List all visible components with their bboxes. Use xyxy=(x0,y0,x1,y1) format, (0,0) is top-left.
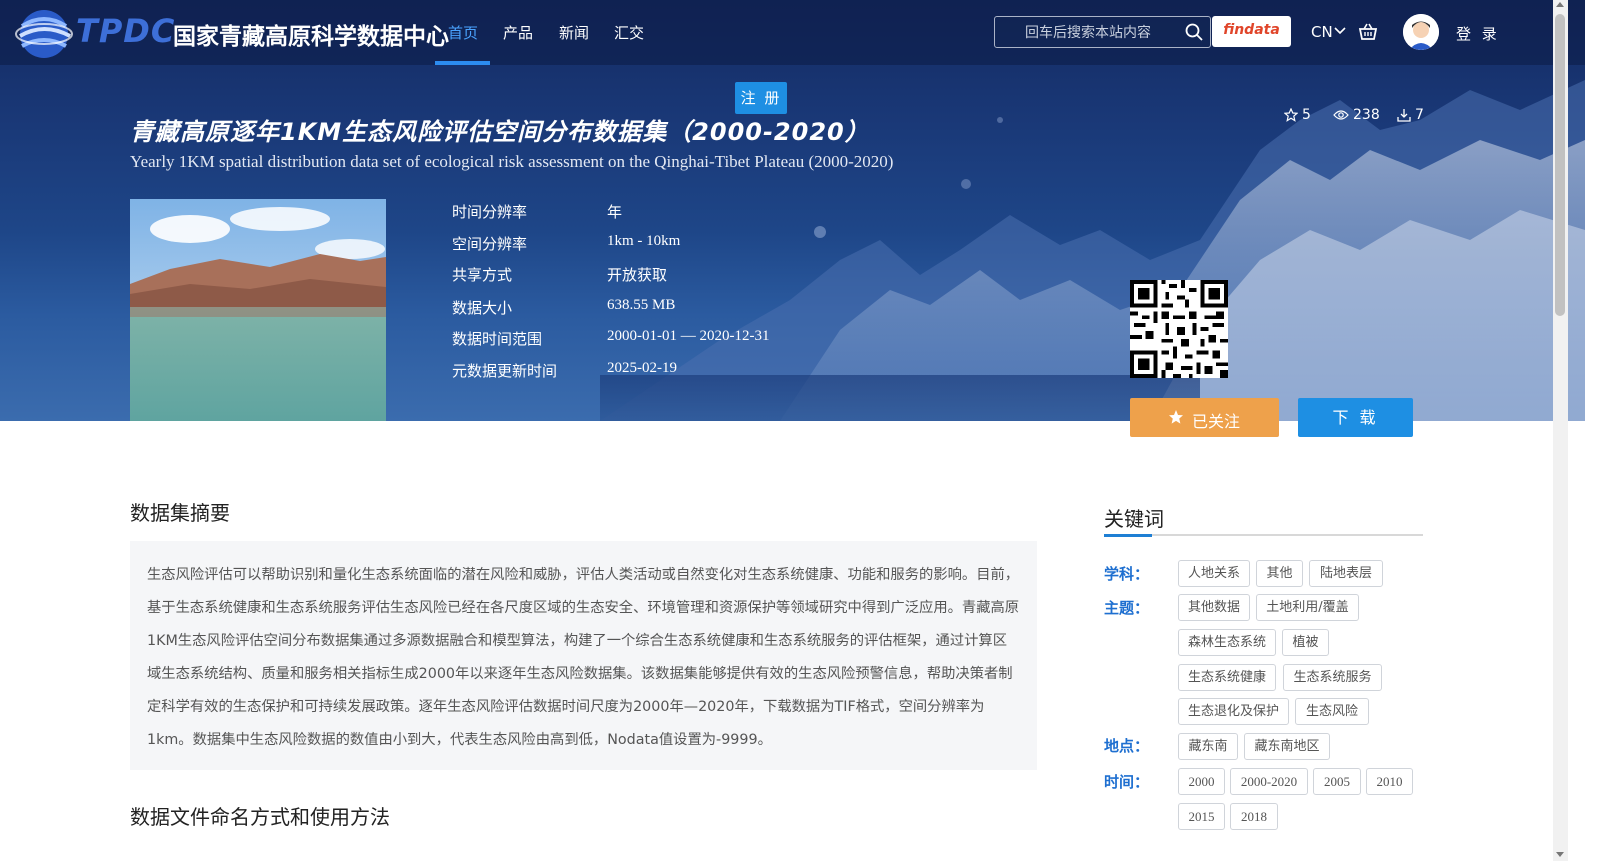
download-count-value: 7 xyxy=(1415,107,1424,123)
nav-submit[interactable]: 汇交 xyxy=(614,22,644,43)
abstract-title: 数据集摘要 xyxy=(130,501,230,525)
download-count: 7 xyxy=(1397,107,1424,123)
keyword-tag-place[interactable]: 藏东南地区 xyxy=(1244,733,1330,760)
shopping-basket-icon[interactable] xyxy=(1358,22,1378,42)
nav-home[interactable]: 首页 xyxy=(448,22,478,43)
scroll-down-arrow-icon[interactable] xyxy=(1556,852,1564,857)
login-link[interactable]: 登 录 xyxy=(1456,23,1500,44)
eye-icon xyxy=(1333,110,1349,120)
search-icon[interactable] xyxy=(1185,23,1203,41)
download-icon xyxy=(1397,109,1411,122)
meta-label-sharing: 共享方式 xyxy=(452,266,513,284)
keyword-tag-subject[interactable]: 其他 xyxy=(1256,560,1303,587)
keyword-tag-time[interactable]: 2000 xyxy=(1178,768,1225,795)
user-avatar-icon xyxy=(1403,14,1439,50)
keyword-tag-time[interactable]: 2005 xyxy=(1313,768,1361,795)
logo-tpdc-text[interactable]: TPDC xyxy=(76,12,175,50)
chevron-down-icon[interactable] xyxy=(1334,27,1346,35)
meta-label-time-range: 数据时间范围 xyxy=(452,330,543,348)
star-filled-icon xyxy=(1169,410,1183,424)
meta-value-time-resolution: 年 xyxy=(607,205,623,221)
keyword-tag-time[interactable]: 2010 xyxy=(1366,768,1413,795)
star-count[interactable]: 5 xyxy=(1284,107,1311,123)
search-input[interactable] xyxy=(1023,17,1177,49)
keyword-label-place: 地点： xyxy=(1104,737,1150,755)
keyword-tag-theme[interactable]: 生态风险 xyxy=(1295,698,1369,725)
follow-button[interactable]: 已关注 xyxy=(1130,398,1279,437)
view-count-value: 238 xyxy=(1353,107,1380,123)
language-select[interactable]: CN xyxy=(1311,23,1333,41)
keywords-title: 关键词 xyxy=(1104,507,1164,531)
keyword-label-theme: 主题： xyxy=(1104,599,1150,617)
keyword-tag-place[interactable]: 藏东南 xyxy=(1178,733,1238,760)
download-button[interactable]: 下 载 xyxy=(1298,398,1413,437)
keywords-divider-accent xyxy=(1104,534,1152,537)
nav-products[interactable]: 产品 xyxy=(503,22,533,43)
findata-label: findata xyxy=(1223,22,1280,38)
qr-code xyxy=(1130,280,1228,378)
meta-label-time-resolution: 时间分辨率 xyxy=(452,203,528,221)
keyword-tag-theme[interactable]: 生态系统服务 xyxy=(1283,664,1382,691)
follow-button-label: 已关注 xyxy=(1192,412,1241,431)
keyword-tag-theme[interactable]: 土地利用/覆盖 xyxy=(1256,594,1359,621)
keyword-tag-time[interactable]: 2015 xyxy=(1178,803,1225,830)
dataset-title-en: Yearly 1KM spatial distribution data set… xyxy=(130,152,894,171)
meta-label-updated: 元数据更新时间 xyxy=(452,362,558,380)
meta-value-updated: 2025-02-19 xyxy=(607,360,677,376)
keyword-tag-theme[interactable]: 森林生态系统 xyxy=(1178,629,1276,656)
lake-photo xyxy=(130,199,386,421)
meta-label-spatial-resolution: 空间分辨率 xyxy=(452,235,528,253)
meta-value-spatial-resolution: 1km - 10km xyxy=(607,233,681,249)
meta-value-time-range: 2000-01-01 — 2020-12-31 xyxy=(607,328,770,344)
star-outline-icon xyxy=(1284,108,1298,122)
keyword-tag-subject[interactable]: 人地关系 xyxy=(1178,560,1250,587)
keyword-label-time: 时间： xyxy=(1104,773,1150,791)
nav-active-indicator xyxy=(435,61,490,65)
keyword-label-subject: 学科： xyxy=(1104,565,1150,583)
scrollbar-thumb[interactable] xyxy=(1555,14,1565,316)
keyword-tag-theme[interactable]: 生态系统健康 xyxy=(1178,664,1276,691)
nav-news[interactable]: 新闻 xyxy=(559,22,589,43)
keyword-tag-time[interactable]: 2018 xyxy=(1230,803,1278,830)
keyword-tag-time[interactable]: 2000-2020 xyxy=(1230,768,1308,795)
star-count-value: 5 xyxy=(1302,107,1311,123)
abstract-box: 生态风险评估可以帮助识别和量化生态系统面临的潜在风险和威胁，评估人类活动或自然变… xyxy=(130,541,1037,770)
search-box xyxy=(994,16,1211,49)
abstract-text: 生态风险评估可以帮助识别和量化生态系统面临的潜在风险和威胁，评估人类活动或自然变… xyxy=(147,567,1020,748)
meta-value-sharing: 开放获取 xyxy=(607,268,668,284)
meta-value-size: 638.55 MB xyxy=(607,297,676,313)
meta-label-size: 数据大小 xyxy=(452,299,513,317)
view-count: 238 xyxy=(1333,107,1380,123)
site-name[interactable]: 国家青藏高原科学数据中心 xyxy=(173,17,449,51)
tpdc-globe-logo-icon[interactable] xyxy=(14,4,74,62)
keyword-tag-subject[interactable]: 陆地表层 xyxy=(1309,560,1383,587)
keyword-tag-theme[interactable]: 生态退化及保护 xyxy=(1178,698,1289,725)
register-button[interactable]: 注 册 xyxy=(735,82,787,114)
keyword-tag-theme[interactable]: 植被 xyxy=(1282,629,1329,656)
keyword-tag-theme[interactable]: 其他数据 xyxy=(1178,594,1250,621)
user-avatar[interactable] xyxy=(1403,14,1439,50)
findata-button[interactable]: findata xyxy=(1212,16,1291,47)
dataset-cover-image xyxy=(130,199,386,421)
file-naming-title: 数据文件命名方式和使用方法 xyxy=(130,805,390,829)
scroll-up-arrow-icon[interactable] xyxy=(1556,2,1564,7)
dataset-title-cn: 青藏高原逐年1KM生态风险评估空间分布数据集（2000-2020） xyxy=(130,118,870,146)
